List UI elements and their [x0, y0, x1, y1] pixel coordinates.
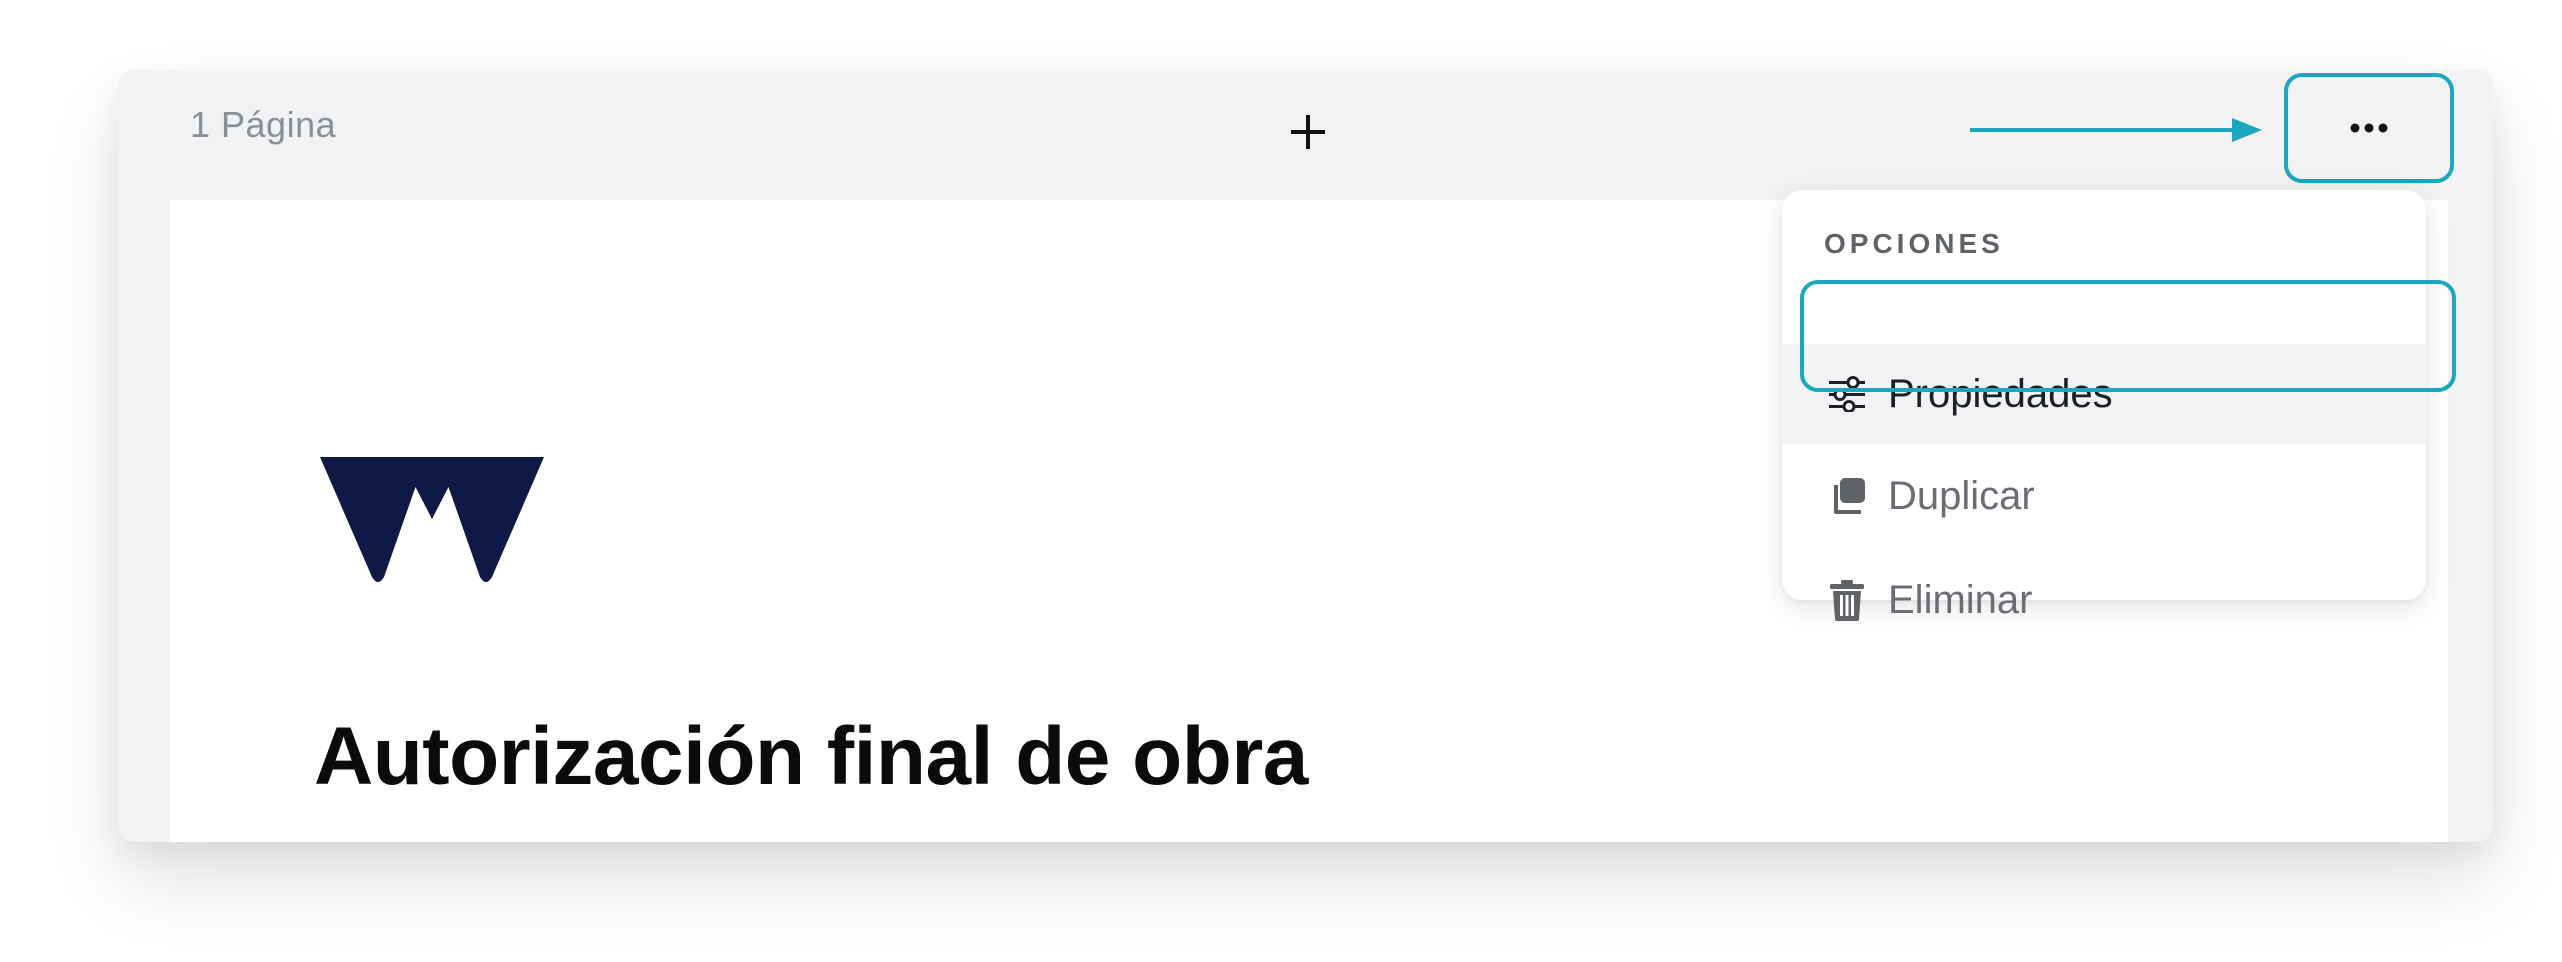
ellipsis-icon [2350, 123, 2388, 133]
more-options-button[interactable] [2284, 73, 2454, 183]
duplicate-icon [1826, 475, 1868, 517]
menu-item-label: Eliminar [1888, 577, 2033, 622]
document-title: Autorización final de obra [314, 711, 1308, 802]
menu-item-delete[interactable]: Eliminar [1782, 550, 2426, 650]
page-count-label: 1 Página [190, 104, 337, 145]
sliders-icon [1826, 373, 1868, 415]
menu-item-label: Propiedades [1888, 371, 2113, 416]
screenshot-stage: 1 Página Autorización final de obra OPCI… [0, 0, 2562, 962]
menu-item-duplicate[interactable]: Duplicar [1782, 446, 2426, 546]
options-dropdown: OPCIONES Propiedades Duplicar Eliminar [1782, 190, 2426, 622]
options-header: OPCIONES [1824, 228, 2004, 259]
trash-icon [1826, 579, 1868, 621]
add-page-button[interactable] [1280, 104, 1336, 160]
menu-item-label: Duplicar [1888, 473, 2035, 518]
company-logo-icon [320, 457, 544, 582]
callout-arrow-icon [1970, 118, 2262, 142]
plus-icon [1291, 115, 1325, 149]
menu-item-properties[interactable]: Propiedades [1782, 344, 2426, 444]
page-editor-card: 1 Página Autorización final de obra OPCI… [118, 70, 2493, 842]
